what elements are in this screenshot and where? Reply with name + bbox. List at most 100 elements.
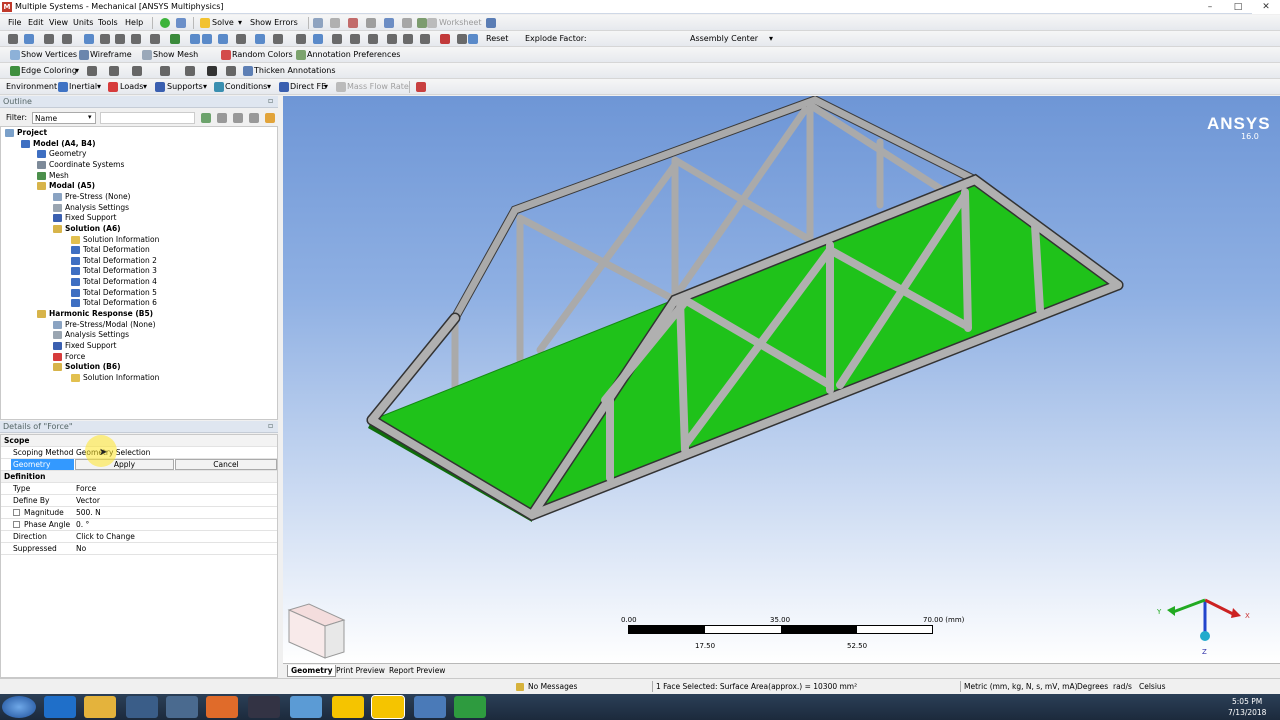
- text-annotation-icon[interactable]: [384, 18, 394, 28]
- select-body-icon[interactable]: [131, 34, 141, 44]
- filter-search-input[interactable]: [100, 112, 195, 124]
- menu-file[interactable]: File: [8, 17, 21, 29]
- edge-coloring-button[interactable]: Edge Coloring: [21, 65, 77, 77]
- supports-menu[interactable]: Supports: [167, 81, 203, 93]
- menu-units[interactable]: Units: [73, 17, 93, 29]
- ruler-icon[interactable]: [402, 18, 412, 28]
- expand-icon[interactable]: [233, 113, 243, 123]
- tab-print-preview[interactable]: Print Preview: [333, 665, 388, 677]
- menu-tools[interactable]: Tools: [98, 17, 118, 29]
- worksheet-red-icon[interactable]: [416, 82, 426, 92]
- geometry-row[interactable]: Geometry Apply Cancel: [1, 459, 277, 471]
- next-view-icon[interactable]: [332, 34, 342, 44]
- select-mode-icon[interactable]: [62, 34, 72, 44]
- box-zoom-icon[interactable]: [255, 34, 265, 44]
- lock-icon[interactable]: [368, 34, 378, 44]
- assembly-center-select[interactable]: Assembly Center: [690, 33, 758, 45]
- clock-time[interactable]: 5:05 PM: [1232, 697, 1262, 706]
- vertex-select-icon[interactable]: [44, 34, 54, 44]
- messages-status[interactable]: No Messages: [528, 681, 577, 692]
- edge-display2-icon[interactable]: [109, 66, 119, 76]
- edge-display4-icon[interactable]: [160, 66, 170, 76]
- table-icon[interactable]: [313, 18, 323, 28]
- select-icon[interactable]: [8, 34, 18, 44]
- define-by-row[interactable]: Define By Vector: [1, 495, 277, 507]
- definition-section[interactable]: Definition: [1, 471, 277, 483]
- direction-row[interactable]: Direction Click to Change: [1, 531, 277, 543]
- edge-display5-icon[interactable]: [185, 66, 195, 76]
- check-icon[interactable]: [160, 18, 170, 28]
- degrees-status[interactable]: Degrees: [1077, 681, 1108, 692]
- close-button[interactable]: ✕: [1252, 0, 1280, 14]
- mass-flow-rate-button[interactable]: Mass Flow Rate: [347, 81, 409, 93]
- iso-icon[interactable]: [350, 34, 360, 44]
- zoom-icon[interactable]: [236, 34, 246, 44]
- phase-angle-row[interactable]: Phase Angle 0. °: [1, 519, 277, 531]
- start-button[interactable]: [2, 696, 36, 718]
- magnifier-icon[interactable]: [296, 34, 306, 44]
- ruler2-icon[interactable]: [440, 34, 450, 44]
- filter-select[interactable]: Name ▾: [32, 112, 96, 124]
- menu-edit[interactable]: Edit: [28, 17, 44, 29]
- select-edge-icon[interactable]: [115, 34, 125, 44]
- wireframe-button[interactable]: Wireframe: [90, 49, 132, 61]
- inertial-menu[interactable]: Inertial: [69, 81, 97, 93]
- scoping-method-row[interactable]: Scoping Method Geometry Selection: [1, 447, 277, 459]
- fit-icon[interactable]: [273, 34, 283, 44]
- viewport-icon[interactable]: [403, 34, 413, 44]
- units-status[interactable]: Metric (mm, kg, N, s, mV, mA): [960, 681, 1078, 692]
- edge-thickness2-icon[interactable]: [226, 66, 236, 76]
- rotate-icon[interactable]: [202, 34, 212, 44]
- select-face-icon[interactable]: [100, 34, 110, 44]
- designmodeler-icon[interactable]: [454, 696, 486, 718]
- extend2-icon[interactable]: [190, 34, 200, 44]
- tab-geometry[interactable]: Geometry: [287, 665, 337, 677]
- collapse-icon[interactable]: [217, 113, 227, 123]
- explorer-icon[interactable]: [84, 696, 116, 718]
- direct-fe-menu[interactable]: Direct FE: [290, 81, 326, 93]
- app-icon-6[interactable]: [248, 696, 280, 718]
- edge-display-icon[interactable]: [87, 66, 97, 76]
- suppressed-row[interactable]: Suppressed No: [1, 543, 277, 555]
- worksheet-icon[interactable]: [427, 18, 437, 28]
- pan-icon[interactable]: [218, 34, 228, 44]
- random-colors-button[interactable]: Random Colors: [232, 49, 293, 61]
- solve-button[interactable]: Solve: [212, 17, 234, 29]
- previous-view-icon[interactable]: [313, 34, 323, 44]
- axis-triad[interactable]: X Y Z: [1153, 594, 1253, 658]
- menu-help[interactable]: Help: [125, 17, 143, 29]
- ansys-mechanical-icon[interactable]: [371, 695, 405, 719]
- tab-report-preview[interactable]: Report Preview: [386, 665, 448, 677]
- solve-icon[interactable]: [200, 18, 210, 28]
- app-icon-10[interactable]: [414, 696, 446, 718]
- explode-icon[interactable]: [457, 34, 467, 44]
- app-icon-3[interactable]: [126, 696, 158, 718]
- viewport2-icon[interactable]: [420, 34, 430, 44]
- pick-icon[interactable]: [84, 34, 94, 44]
- graph-icon[interactable]: [330, 18, 340, 28]
- celsius-status[interactable]: Celsius: [1139, 681, 1166, 692]
- graphics-viewport[interactable]: ANSYS 16.0 0.00 35.00 70.00 (mm) 17.50 5…: [283, 96, 1280, 663]
- help-pointer-icon[interactable]: [486, 18, 496, 28]
- worksheet-button[interactable]: Worksheet: [439, 17, 481, 29]
- house-icon[interactable]: [366, 18, 376, 28]
- magnitude-row[interactable]: Magnitude 500. N: [1, 507, 277, 519]
- pin-icon[interactable]: ▫: [268, 96, 273, 105]
- settings-icon[interactable]: [265, 113, 275, 123]
- ie-icon[interactable]: [44, 696, 76, 718]
- messages-icon[interactable]: [516, 683, 524, 691]
- loads-menu[interactable]: Loads: [120, 81, 143, 93]
- conditions-menu[interactable]: Conditions: [225, 81, 267, 93]
- probe-icon[interactable]: [348, 18, 358, 28]
- select2-icon[interactable]: [24, 34, 34, 44]
- thicken-annotations-button[interactable]: Thicken Annotations: [254, 65, 336, 77]
- label-icon[interactable]: [387, 34, 397, 44]
- body-icon[interactable]: [150, 34, 160, 44]
- edge-display3-icon[interactable]: [132, 66, 142, 76]
- maximize-button[interactable]: □: [1224, 0, 1252, 14]
- type-row[interactable]: Type Force: [1, 483, 277, 495]
- menu-view[interactable]: View: [49, 17, 68, 29]
- ansys-workbench-icon[interactable]: [332, 696, 364, 718]
- app-icon-7[interactable]: [290, 696, 322, 718]
- image-icon[interactable]: [417, 18, 427, 28]
